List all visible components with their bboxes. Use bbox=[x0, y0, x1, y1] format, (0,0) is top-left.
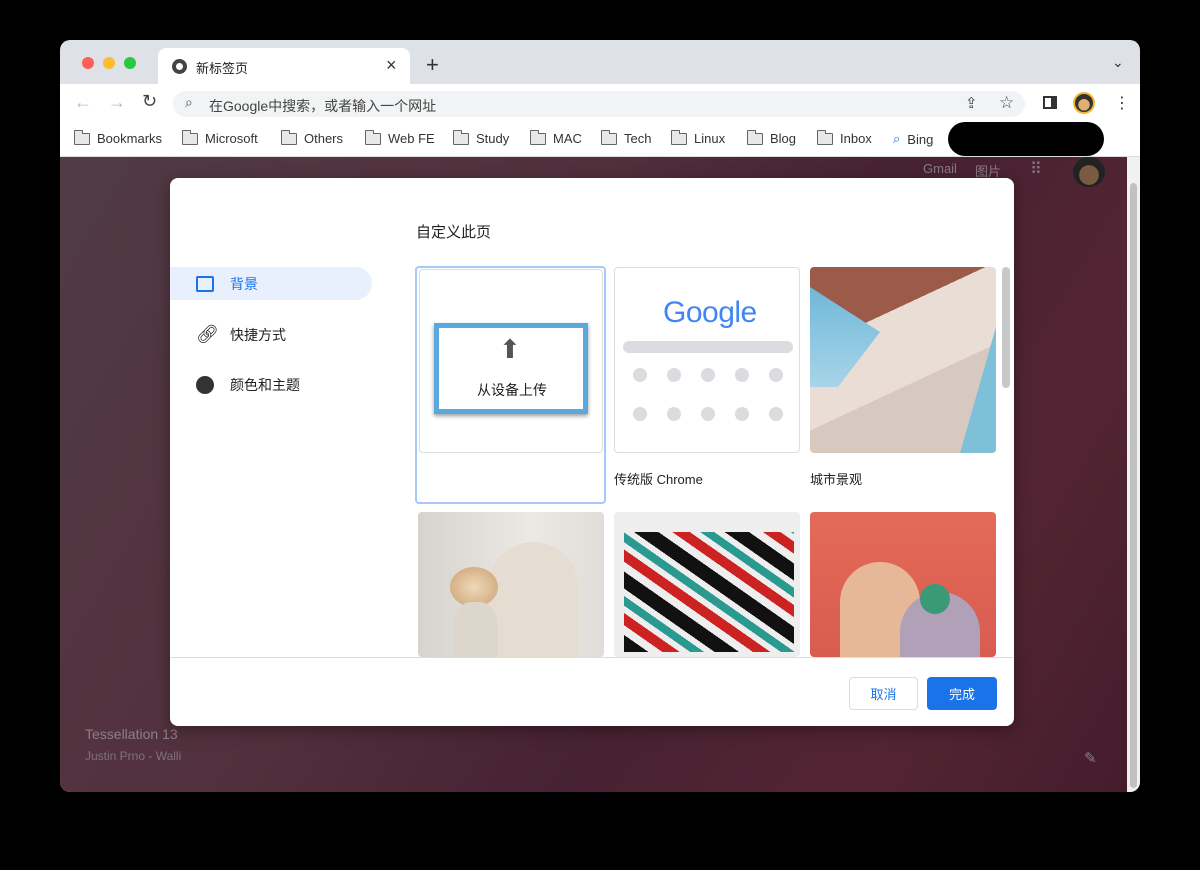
bookmark-folder[interactable]: Microsoft bbox=[181, 129, 258, 146]
background-title: Tessellation 13 bbox=[85, 726, 178, 742]
sculpture-tile[interactable] bbox=[418, 512, 604, 657]
avatar[interactable] bbox=[1073, 92, 1095, 114]
bookmark-label: MAC bbox=[553, 131, 582, 146]
sidebar-item-shortcuts[interactable]: 🔗︎ 快捷方式 bbox=[170, 318, 372, 351]
folder-icon bbox=[452, 129, 469, 145]
bookmark-label: Web FE bbox=[388, 131, 435, 146]
google-logo: Google bbox=[663, 296, 757, 329]
haida-art-tile[interactable] bbox=[614, 512, 800, 657]
sidebar-item-label: 快捷方式 bbox=[230, 326, 286, 343]
done-button[interactable]: 完成 bbox=[927, 677, 997, 710]
bookmark-label: Bookmarks bbox=[97, 131, 163, 146]
bookmark-label: Study bbox=[476, 131, 510, 146]
bookmark-folder[interactable]: Study bbox=[452, 129, 510, 146]
bookmark-label: Tech bbox=[624, 131, 652, 146]
folder-icon bbox=[181, 129, 198, 145]
new-tab-button[interactable]: + bbox=[426, 52, 439, 78]
bookmark-folder[interactable]: MAC bbox=[529, 129, 582, 146]
ntp-avatar[interactable] bbox=[1073, 157, 1105, 187]
bookmark-label: Bing bbox=[907, 131, 934, 147]
folder-icon bbox=[670, 129, 687, 145]
bookmark-label: Others bbox=[304, 131, 344, 146]
dialog-title: 自定义此页 bbox=[416, 224, 492, 241]
upload-tile[interactable]: ⬆ 从设备上传 bbox=[415, 266, 606, 504]
sidebar-item-label: 背景 bbox=[230, 275, 258, 292]
close-window-button[interactable] bbox=[82, 57, 94, 69]
tile-label: 城市景观 bbox=[810, 472, 863, 487]
bookmark-label: Blog bbox=[770, 131, 797, 146]
side-panel-icon[interactable] bbox=[1043, 96, 1057, 109]
share-icon[interactable]: ⇪ bbox=[965, 94, 978, 112]
apps-icon[interactable]: ⠿ bbox=[1030, 159, 1042, 179]
folder-icon bbox=[529, 129, 546, 145]
bookmark-folder[interactable]: Inbox bbox=[816, 129, 872, 146]
upload-icon: ⬆ bbox=[499, 334, 521, 364]
edit-pencil-icon[interactable]: ✎ bbox=[1084, 749, 1097, 767]
chrome-icon bbox=[172, 59, 187, 74]
cityscape-tile[interactable] bbox=[810, 267, 996, 453]
folder-icon bbox=[73, 129, 90, 145]
customize-dialog: 自定义此页 背景 🔗︎ 快捷方式 颜色和主题 ⬆ 从设备上传 Google 传统… bbox=[170, 178, 1014, 726]
omnibox[interactable]: ⌕ 在Google中搜索，或者输入一个网址 ⇪ ☆ bbox=[173, 91, 1025, 117]
bookmark-folder[interactable]: Linux bbox=[670, 129, 726, 146]
image-icon bbox=[196, 275, 214, 292]
tab-title: 新标签页 bbox=[196, 61, 249, 76]
illustration-tile[interactable] bbox=[810, 512, 996, 657]
palette-icon bbox=[196, 375, 214, 394]
omnibox-placeholder: 在Google中搜索，或者输入一个网址 bbox=[209, 98, 437, 114]
sidebar-item-background[interactable]: 背景 bbox=[170, 267, 372, 300]
tile-label: 传统版 Chrome bbox=[614, 472, 703, 487]
gmail-link[interactable]: Gmail bbox=[923, 161, 957, 176]
bookmark-folder[interactable]: Blog bbox=[746, 129, 797, 146]
classic-chrome-tile[interactable]: Google bbox=[614, 267, 800, 453]
folder-icon bbox=[816, 129, 833, 145]
sidebar-item-label: 颜色和主题 bbox=[230, 376, 300, 393]
redacted-block bbox=[948, 122, 1104, 156]
folder-icon bbox=[280, 129, 297, 145]
folder-icon bbox=[364, 129, 381, 145]
search-icon: ⌕ bbox=[893, 131, 901, 146]
folder-icon bbox=[746, 129, 763, 145]
zoom-window-button[interactable] bbox=[124, 57, 136, 69]
star-icon[interactable]: ☆ bbox=[999, 93, 1014, 113]
bookmark-folder[interactable]: Others bbox=[280, 129, 344, 146]
tab-search-chevron-icon[interactable]: ⌄ bbox=[1112, 54, 1124, 71]
folder-icon bbox=[600, 129, 617, 145]
bookmark-label: Inbox bbox=[840, 131, 872, 146]
background-author: Justin Prno - Walli bbox=[85, 749, 182, 763]
sidebar-item-color-theme[interactable]: 颜色和主题 bbox=[170, 368, 372, 401]
cancel-button[interactable]: 取消 bbox=[849, 677, 918, 710]
forward-icon[interactable]: → bbox=[108, 92, 126, 113]
minimize-window-button[interactable] bbox=[103, 57, 115, 69]
menu-icon[interactable]: ⋮ bbox=[1114, 93, 1130, 113]
bookmark-folder[interactable]: Tech bbox=[600, 129, 652, 146]
bookmark-label: Linux bbox=[694, 131, 726, 146]
bookmarks-bar: Bookmarks Microsoft Others Web FE Study … bbox=[60, 122, 1140, 157]
grid-scrollbar[interactable] bbox=[1002, 267, 1010, 388]
upload-label: 从设备上传 bbox=[477, 382, 547, 398]
bookmark-folder[interactable]: Bookmarks bbox=[73, 129, 163, 146]
back-icon[interactable]: ← bbox=[74, 92, 92, 113]
search-icon: ⌕ bbox=[185, 94, 193, 110]
bookmark-folder[interactable]: Web FE bbox=[364, 129, 435, 146]
link-icon: 🔗︎ bbox=[196, 324, 219, 344]
close-tab-icon[interactable]: × bbox=[386, 55, 397, 76]
divider bbox=[170, 657, 1014, 658]
reload-icon[interactable]: ↻ bbox=[142, 91, 157, 112]
page-scrollbar[interactable] bbox=[1127, 157, 1140, 792]
bookmark-bing[interactable]: ⌕ Bing bbox=[893, 131, 933, 147]
toolbar: ← → ↻ ⌕ 在Google中搜索，或者输入一个网址 ⇪ ☆ ⋮ bbox=[60, 84, 1140, 122]
tab-new-tab[interactable]: 新标签页 × bbox=[158, 48, 410, 84]
bookmark-label: Microsoft bbox=[205, 131, 258, 146]
